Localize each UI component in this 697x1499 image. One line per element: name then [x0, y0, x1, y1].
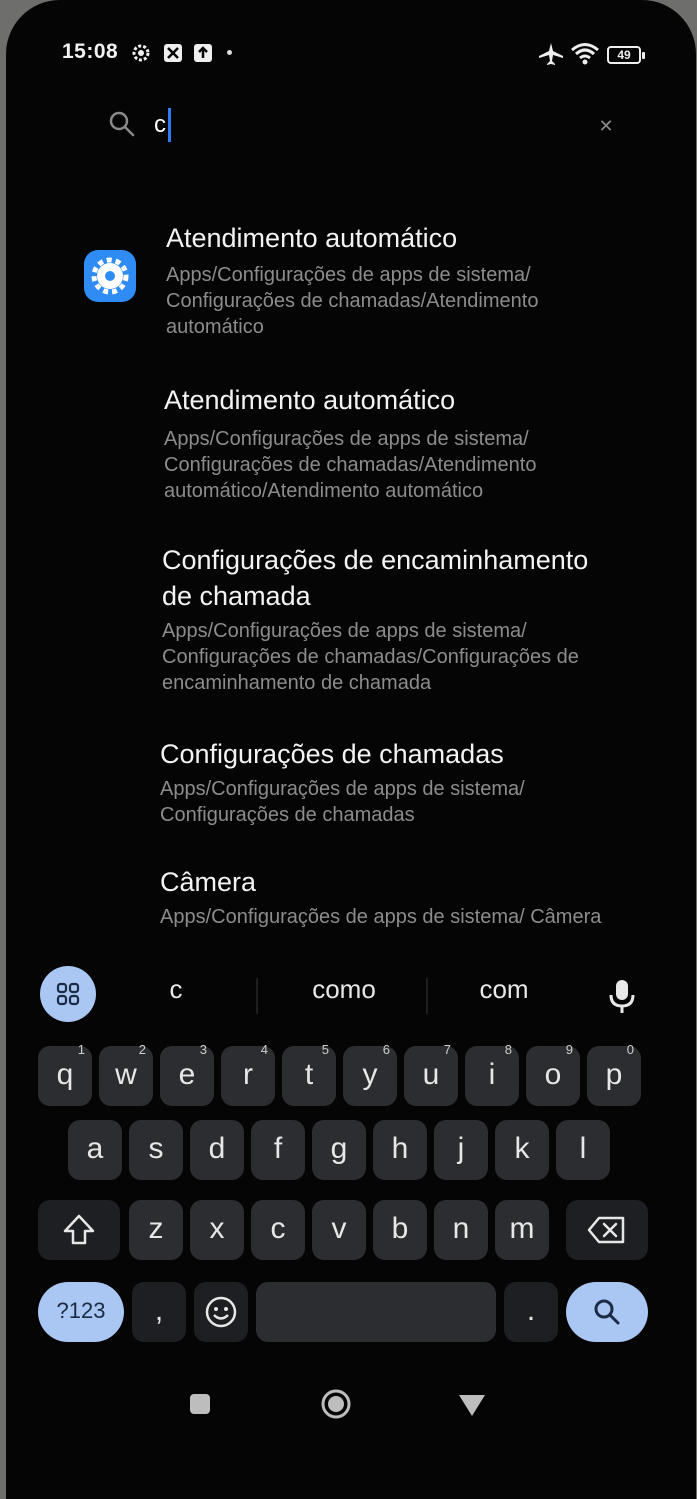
key-i[interactable]: i8 [465, 1042, 519, 1106]
status-bar: 15:08 49 [62, 38, 662, 68]
backspace-icon [587, 1216, 625, 1244]
phone-screen: 15:08 49 c ✕ Atendimento automático Apps… [6, 0, 696, 1499]
result-title: Atendimento automático [166, 223, 458, 253]
result-path: Apps/Configurações de apps de sistema/ C… [160, 906, 602, 928]
key-a[interactable]: a [68, 1120, 122, 1180]
recents-button[interactable] [178, 1382, 222, 1426]
result-title: Câmera [160, 867, 257, 897]
key-l[interactable]: l [556, 1120, 610, 1180]
key-e[interactable]: e3 [160, 1042, 214, 1106]
search-enter-key[interactable] [566, 1282, 648, 1342]
airplane-icon [539, 43, 563, 65]
key-f[interactable]: f [251, 1120, 305, 1180]
keyboard-suggestion-strip: c como com [6, 956, 696, 1036]
key-d[interactable]: d [190, 1120, 244, 1180]
navigation-bar [6, 1370, 696, 1440]
search-bar: ✕ [86, 92, 656, 158]
result-title: Atendimento automático [164, 385, 456, 415]
notification-app-icon [194, 44, 212, 62]
result-path: Apps/Configurações de apps de sistema/ C… [160, 778, 525, 826]
key-b[interactable]: b [373, 1200, 427, 1260]
shift-key[interactable] [38, 1200, 120, 1260]
comma-key[interactable]: , [132, 1282, 186, 1342]
close-icon: ✕ [598, 116, 614, 136]
settings-gear-icon [84, 250, 136, 302]
dot-icon [227, 50, 232, 55]
emoji-key[interactable] [194, 1282, 248, 1342]
key-w[interactable]: w2 [99, 1042, 153, 1106]
emoji-icon [205, 1296, 237, 1328]
result-path: Apps/Configurações de apps de sistema/ C… [162, 620, 579, 694]
result-title: Configurações de encaminhamento de chama… [162, 545, 589, 611]
suggestion-item[interactable]: como [264, 974, 424, 1005]
space-key[interactable] [256, 1282, 496, 1342]
period-key[interactable]: . [504, 1282, 558, 1342]
key-y[interactable]: y6 [343, 1042, 397, 1106]
text-cursor [168, 108, 171, 142]
grid-icon [56, 982, 80, 1006]
key-u[interactable]: u7 [404, 1042, 458, 1106]
key-c[interactable]: c [251, 1200, 305, 1260]
key-g[interactable]: g [312, 1120, 366, 1180]
backspace-key[interactable] [566, 1200, 648, 1260]
key-j[interactable]: j [434, 1120, 488, 1180]
home-circle-icon [321, 1389, 351, 1419]
result-title: Configurações de chamadas [160, 739, 504, 769]
key-n[interactable]: n [434, 1200, 488, 1260]
voice-input-button[interactable] [596, 968, 648, 1024]
key-h[interactable]: h [373, 1120, 427, 1180]
search-icon [109, 111, 135, 137]
suggestion-divider [256, 978, 258, 1014]
android-face-icon [164, 44, 182, 62]
shift-icon [63, 1214, 95, 1245]
home-button[interactable] [314, 1382, 358, 1426]
key-r[interactable]: r4 [221, 1042, 275, 1106]
key-p[interactable]: p0 [587, 1042, 641, 1106]
back-triangle-icon [459, 1395, 485, 1416]
status-time: 15:08 [62, 40, 119, 63]
suggestion-item[interactable]: com [424, 974, 584, 1005]
search-input[interactable] [154, 98, 584, 152]
on-screen-keyboard: q1 w2 e3 r4 t5 y6 u7 i8 o9 p0 a s d f g … [18, 1036, 668, 1356]
battery-icon: 49 [607, 46, 645, 64]
symbols-key[interactable]: ?123 [38, 1282, 124, 1342]
result-path: Apps/Configurações de apps de sistema/ C… [166, 264, 539, 338]
recents-square-icon [190, 1394, 210, 1414]
key-k[interactable]: k [495, 1120, 549, 1180]
back-button[interactable] [450, 1382, 494, 1426]
key-s[interactable]: s [129, 1120, 183, 1180]
clear-search-button[interactable]: ✕ [592, 112, 620, 140]
settings-gear-icon [132, 44, 150, 62]
keyboard-apps-button[interactable] [40, 966, 96, 1022]
suggestion-item[interactable]: c [96, 974, 256, 1005]
key-q[interactable]: q1 [38, 1042, 92, 1106]
key-t[interactable]: t5 [282, 1042, 336, 1106]
key-x[interactable]: x [190, 1200, 244, 1260]
wifi-icon [571, 43, 599, 65]
result-path: Apps/Configurações de apps de sistema/ C… [164, 428, 537, 502]
key-o[interactable]: o9 [526, 1042, 580, 1106]
key-v[interactable]: v [312, 1200, 366, 1260]
microphone-icon [609, 980, 635, 1013]
key-z[interactable]: z [129, 1200, 183, 1260]
key-m[interactable]: m [495, 1200, 549, 1260]
search-icon [594, 1299, 620, 1325]
